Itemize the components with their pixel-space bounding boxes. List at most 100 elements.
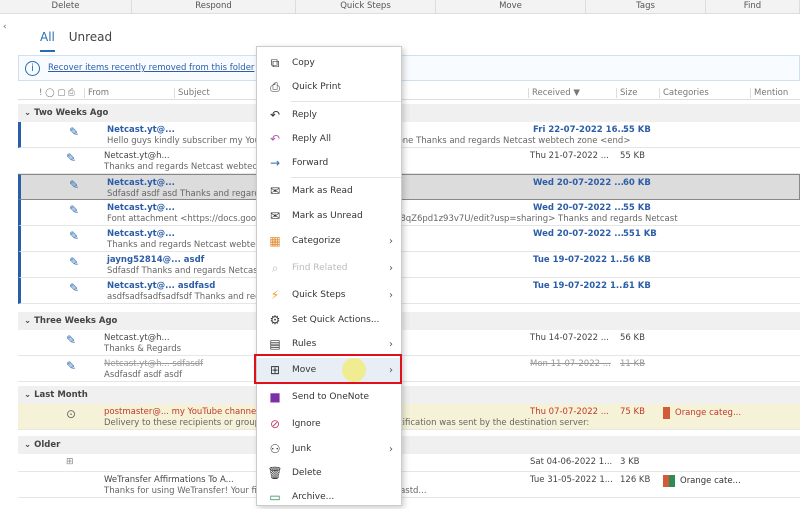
menu-archive[interactable]: ▭ Archive... [257,485,401,509]
menu-categorize[interactable]: ▦ Categorize › [257,229,401,253]
menu-label: Send to OneNote [292,392,370,402]
draft-icon: ✎ [69,178,80,192]
tab-all[interactable]: All [40,30,55,52]
menu-copy[interactable]: ⧉ Copy [257,51,401,75]
copy-icon: ⧉ [270,55,280,70]
group-last-month[interactable]: ⌄ Last Month [18,386,800,404]
column-categories[interactable]: Categories [659,88,709,98]
ribbon-group-quick-steps[interactable]: Quick Steps [296,0,436,14]
received: Wed 20-07-2022 ... [533,178,624,188]
sender: Netcast.yt@... [107,229,175,239]
ribbon-group-find[interactable]: Find [706,0,800,14]
category-orange: Orange categ... [663,407,741,419]
tab-unread[interactable]: Unread [69,30,112,44]
menu-forward[interactable]: → Forward [257,151,401,175]
group-two-weeks-ago[interactable]: ⌄ Two Weeks Ago [18,104,800,122]
menu-set-quick-actions[interactable]: ⚙ Set Quick Actions... [257,308,401,332]
column-from[interactable]: From [84,88,109,98]
message-row[interactable]: ⊞ Sat 04-06-2022 1... 3 KB [18,454,800,472]
forward-icon: → [269,156,281,170]
message-row[interactable]: ✎ Netcast.yt@h... Thanks and regards Netca… [18,148,800,174]
menu-label: Categorize [292,236,341,246]
message-row[interactable]: ✎ Netcast.yt@... asdfasd asdfsadfsadfsadfs… [18,278,800,304]
message-row[interactable]: ✎ jayng52814@... asdf Sdfasdf Thanks and r… [18,252,800,278]
divider [291,101,401,102]
menu-delete[interactable]: 🗑 Delete [257,461,401,485]
menu-label: Find Related [292,263,348,273]
menu-quick-print[interactable]: ⎙ Quick Print [257,75,401,99]
column-subject[interactable]: Subject [174,88,210,98]
menu-ignore[interactable]: ⊘ Ignore [257,412,401,436]
menu-mark-as-read[interactable]: ✉ Mark as Read [257,179,401,203]
size: 75 KB [620,407,645,417]
menu-label: Mark as Read [292,186,353,196]
column-mention[interactable]: Mention [750,88,788,98]
menu-find-related[interactable]: ⌕ Find Related › [257,256,401,280]
sender: Netcast.yt@h... sdfasdf [104,359,204,369]
group-older[interactable]: ⌄ Older [18,436,800,454]
ribbon-group-tags[interactable]: Tags [586,0,706,14]
message-row[interactable]: ✎Netcast.yt@...Font attachment <https://… [18,200,800,226]
gear-icon: ⚙ [269,313,281,327]
junk-icon: ⚇ [269,442,281,456]
category-color-swatch [663,475,675,487]
menu-label: Quick Print [292,82,342,92]
message-row[interactable]: WeTransfer Affirmations To A... Thanks fo… [18,472,800,498]
size: 55 KB [623,125,651,135]
message-row[interactable]: ⊙ postmaster@... my YouTube channel Delive… [18,404,800,430]
draft-icon: ✎ [69,281,80,295]
reply-all-icon: ↶ [269,132,281,146]
received: Tue 31-05-2022 1... [530,475,613,485]
menu-reply-all[interactable]: ↶ Reply All [257,127,401,151]
sender: Netcast.yt@... asdfasd [107,281,216,291]
message-row-selected[interactable]: ✎ Netcast.yt@... Sdfasdf asdf asd Thanks a… [18,174,800,200]
draft-icon: ✎ [66,333,77,347]
menu-rules[interactable]: ▤ Rules › [257,332,401,356]
message-row[interactable]: ✎ Netcast.yt@h... sdfasdf Asdfasdf asdf as… [18,356,800,382]
draft-icon: ✎ [69,125,80,139]
envelope-icon: ✉ [269,209,281,223]
menu-quick-steps[interactable]: ⚡ Quick Steps › [257,283,401,307]
menu-label: Ignore [292,419,321,429]
group-label: Last Month [34,390,88,400]
received: Tue 19-07-2022 1... [533,281,626,291]
recover-items-link[interactable]: Recover items recently removed from this… [48,63,254,73]
column-icons[interactable]: ! ◯ ▢ ⎙ [36,88,75,98]
find-related-icon: ⌕ [271,260,279,275]
draft-icon: ✎ [69,229,80,243]
size: 551 KB [623,229,657,239]
menu-label: Delete [292,468,322,478]
ribbon-group-respond[interactable]: Respond [132,0,296,14]
ribbon-group-delete[interactable]: Delete [0,0,132,14]
ribbon-groups: Delete Respond Quick Steps Move Tags Fin… [0,0,800,14]
size: 56 KB [620,333,645,343]
column-size[interactable]: Size [616,88,637,98]
menu-reply[interactable]: ↶ Reply [257,103,401,127]
sender: Netcast.yt@... [107,125,175,135]
menu-label: Reply All [292,134,331,144]
message-row[interactable]: ✎ Netcast.yt@... Hello guys kindly subscri… [18,122,800,148]
menu-mark-as-unread[interactable]: ✉ Mark as Unread [257,204,401,228]
size: 60 KB [623,178,651,188]
menu-label: Reply [292,110,317,120]
received: Tue 19-07-2022 1... [533,255,626,265]
draft-icon: ✎ [69,255,80,269]
size: 56 KB [623,255,651,265]
collapse-pane-icon[interactable]: ‹ [3,22,7,32]
group-three-weeks-ago[interactable]: ⌄ Three Weeks Ago [18,312,800,330]
open-envelope-icon: ✉ [269,184,281,198]
category-orange: Orange cate... [663,475,741,487]
menu-junk[interactable]: ⚇ Junk › [257,437,401,461]
ribbon-group-move[interactable]: Move [436,0,586,14]
sender: jayng52814@... asdf [107,255,205,265]
mouse-cursor-highlight [342,358,366,382]
column-received[interactable]: Received ▼ [528,88,580,98]
message-row[interactable]: ✎ Netcast.yt@h... Thanks & Regards Thu 14-0… [18,330,800,356]
meeting-icon: ⊞ [66,457,74,467]
divider [291,177,401,178]
menu-label: Rules [292,339,317,349]
rules-icon: ▤ [269,337,281,351]
message-row[interactable]: ✎ Netcast.yt@... Thanks and regards Netcas… [18,226,800,252]
category-label: Orange categ... [675,408,742,418]
menu-send-to-onenote[interactable]: ■ Send to OneNote [257,385,401,409]
